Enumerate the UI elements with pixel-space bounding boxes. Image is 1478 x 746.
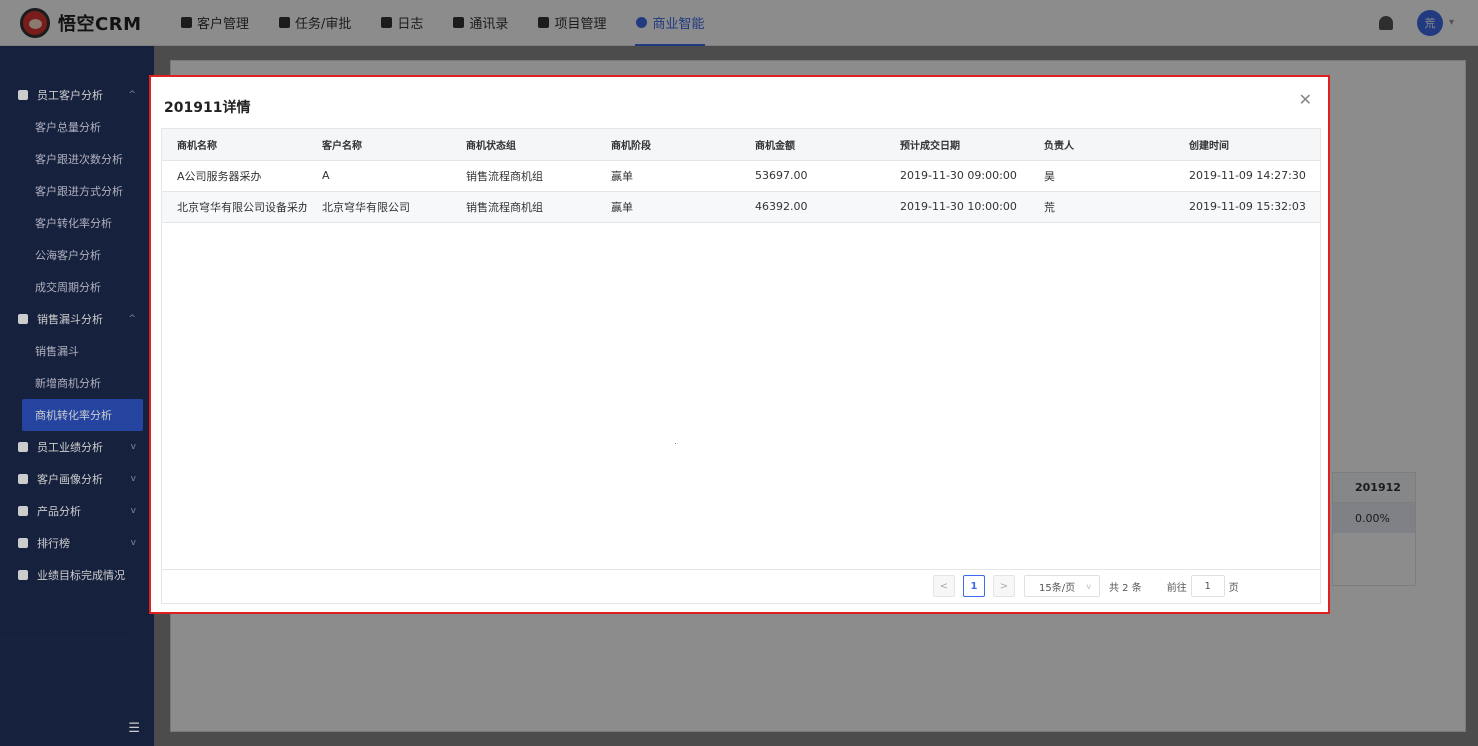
total-count: 共 2 条 [1109,582,1142,594]
table-cell: 2019-11-09 15:32:03 [1174,191,1320,223]
page-size-value: 15条/页 [1039,582,1076,594]
table-cell: 赢单 [596,160,740,192]
table-cell: 昊 [1029,160,1174,192]
jump-suffix: 页 [1228,582,1239,594]
table-cell: 53697.00 [740,160,885,192]
loading-dot [675,443,676,444]
jump-page-input[interactable]: 1 [1190,575,1225,597]
column-header[interactable]: 商机金额 [740,129,885,161]
column-header[interactable]: 商机阶段 [596,129,740,161]
pagination: < 1 > 15条/页 v 共 2 条 前往 1 页 [162,569,1320,603]
jump-prefix: 前往 [1166,582,1187,594]
column-header[interactable]: 商机名称 [162,129,307,161]
column-header[interactable]: 客户名称 [307,129,451,161]
close-icon[interactable]: ✕ [1299,90,1312,109]
table-cell: 北京穹华有限公司 [307,191,451,223]
table-cell: 2019-11-30 09:00:00 [885,160,1029,192]
overlay-mask-top [0,0,1478,46]
page-number-button[interactable]: 1 [963,575,985,597]
column-header[interactable]: 商机状态组 [451,129,596,161]
table-cell: 荒 [1029,191,1174,223]
table-cell: A公司服务器采办 [162,160,307,192]
pagination-controls: < 1 > 15条/页 v 共 2 条 前往 1 页 [933,575,1239,597]
column-header[interactable]: 预计成交日期 [885,129,1029,161]
table-cell: 销售流程商机组 [451,191,596,223]
table-cell: 2019-11-09 14:27:30 [1174,160,1320,192]
column-header[interactable]: 负责人 [1029,129,1174,161]
detail-dialog: 201911详情 ✕ 商机名称 客户名称 商机状态组 商机阶段 商机金额 预计成… [149,75,1330,614]
next-page-button[interactable]: > [993,575,1015,597]
table-row[interactable]: 北京穹华有限公司设备采办 北京穹华有限公司 销售流程商机组 赢单 46392.0… [162,191,1320,223]
overlay-mask-side [0,46,154,746]
table-cell: 北京穹华有限公司设备采办 [162,191,307,223]
chevron-down-icon: v [1086,581,1091,591]
table-row[interactable]: A公司服务器采办 A 销售流程商机组 赢单 53697.00 2019-11-3… [162,160,1320,192]
table-header-row: 商机名称 客户名称 商机状态组 商机阶段 商机金额 预计成交日期 负责人 创建时… [162,129,1320,161]
table-cell: A [307,160,451,192]
column-header[interactable]: 创建时间 [1174,129,1320,161]
table-cell: 46392.00 [740,191,885,223]
table-cell: 赢单 [596,191,740,223]
page-size-select[interactable]: 15条/页 v [1024,575,1100,597]
table-cell: 销售流程商机组 [451,160,596,192]
page-jump: 前往 1 页 [1167,575,1239,597]
table-cell: 2019-11-30 10:00:00 [885,191,1029,223]
prev-page-button[interactable]: < [933,575,955,597]
dialog-title: 201911详情 [164,100,251,116]
opportunity-table: 商机名称 客户名称 商机状态组 商机阶段 商机金额 预计成交日期 负责人 创建时… [162,129,1320,223]
detail-table: 商机名称 客户名称 商机状态组 商机阶段 商机金额 预计成交日期 负责人 创建时… [161,128,1321,604]
